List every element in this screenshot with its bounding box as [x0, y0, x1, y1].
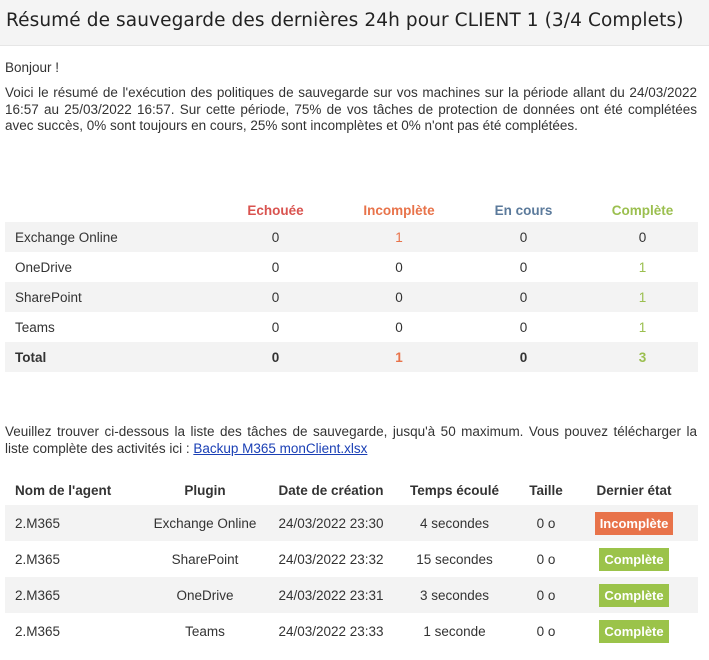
- summary-cell-incomplete: 0: [395, 259, 403, 275]
- task-row: 2.M365 OneDrive 24/03/2022 23:31 3 secon…: [5, 577, 698, 613]
- task-size: 0 o: [522, 577, 570, 613]
- task-plugin: OneDrive: [135, 577, 275, 613]
- summary-cell-incomplete: 0: [338, 282, 460, 312]
- task-plugin: Exchange Online: [135, 505, 275, 541]
- summary-cell-failed: 0: [271, 259, 280, 275]
- summary-row-label: OneDrive: [15, 259, 73, 275]
- task-plugin: SharePoint: [171, 551, 239, 567]
- summary-cell-running: 0: [460, 222, 587, 252]
- summary-cell-running: 0: [519, 259, 528, 275]
- summary-header-running: En cours: [494, 202, 553, 218]
- task-agent: 2.M365: [15, 551, 61, 567]
- task-elapsed: 15 secondes: [416, 551, 493, 567]
- task-date: 24/03/2022 23:31: [275, 577, 387, 613]
- summary-cell-failed: 0: [213, 222, 338, 252]
- summary-cell-incomplete: 0: [395, 319, 403, 335]
- status-badge-complete: Complète: [599, 583, 669, 607]
- summary-total-complete: 3: [587, 342, 698, 372]
- intro-paragraph: Voici le résumé de l'exécution des polit…: [5, 85, 697, 133]
- greeting-text: Bonjour !: [5, 60, 60, 75]
- task-status-cell: Complète: [570, 613, 698, 649]
- task-size: 0 o: [522, 505, 570, 541]
- summary-cell-complete: 1: [638, 259, 647, 275]
- summary-total-incomplete: 1: [338, 342, 460, 372]
- tasks-header-elapsed: Temps écoulé: [409, 482, 500, 498]
- summary-row: OneDrive 0 0 0 1: [5, 252, 698, 282]
- summary-cell-running: 0: [519, 319, 528, 335]
- task-date: 24/03/2022 23:30: [275, 505, 387, 541]
- task-status-cell: Complète: [570, 541, 698, 577]
- task-elapsed: 1 seconde: [423, 623, 486, 639]
- summary-cell-incomplete: 1: [338, 222, 460, 252]
- summary-header-complete: Complète: [611, 202, 674, 218]
- summary-header-incomplete: Incomplète: [363, 202, 435, 218]
- task-row: 2.M365 Teams 24/03/2022 23:33 1 seconde …: [5, 613, 698, 649]
- summary-cell-failed: 0: [213, 282, 338, 312]
- task-elapsed: 4 secondes: [387, 505, 522, 541]
- summary-header-failed: Echouée: [247, 202, 304, 218]
- tasks-header-size: Taille: [529, 482, 563, 498]
- summary-row-label: SharePoint: [5, 282, 213, 312]
- summary-cell-running: 0: [460, 282, 587, 312]
- summary-cell-complete: 1: [587, 282, 698, 312]
- tasks-table: Nom de l'agent Plugin Date de création T…: [5, 475, 698, 649]
- tasks-header-plugin: Plugin: [184, 482, 226, 498]
- report-title: Résumé de sauvegarde des dernières 24h p…: [6, 10, 684, 31]
- task-date: 24/03/2022 23:32: [278, 551, 384, 567]
- task-plugin: Teams: [185, 623, 225, 639]
- summary-cell-failed: 0: [271, 319, 280, 335]
- status-badge-complete: Complète: [599, 619, 669, 643]
- summary-row-label: Exchange Online: [5, 222, 213, 252]
- report-header: Résumé de sauvegarde des dernières 24h p…: [0, 0, 709, 46]
- summary-table: Echouée Incomplète En cours Complète Exc…: [5, 198, 698, 372]
- summary-header-row: Echouée Incomplète En cours Complète: [5, 198, 698, 222]
- summary-total-row: Total 0 1 0 3: [5, 342, 698, 372]
- summary-cell-complete: 0: [587, 222, 698, 252]
- task-size: 0 o: [536, 623, 556, 639]
- task-status-cell: Complète: [570, 577, 698, 613]
- task-list-note: Veuillez trouver ci-dessous la liste des…: [5, 424, 697, 457]
- task-size: 0 o: [536, 551, 556, 567]
- summary-total-running: 0: [460, 342, 587, 372]
- tasks-header-row: Nom de l'agent Plugin Date de création T…: [5, 475, 698, 505]
- summary-cell-complete: 1: [638, 319, 647, 335]
- summary-total-label: Total: [5, 342, 213, 372]
- summary-total-failed: 0: [213, 342, 338, 372]
- task-elapsed: 3 secondes: [387, 577, 522, 613]
- summary-row: Exchange Online 0 1 0 0: [5, 222, 698, 252]
- status-badge-complete: Complète: [599, 547, 669, 571]
- tasks-header-status: Dernier état: [596, 482, 672, 498]
- task-agent: 2.M365: [15, 623, 61, 639]
- task-agent: 2.M365: [5, 577, 135, 613]
- task-agent: 2.M365: [5, 505, 135, 541]
- tasks-header-date: Date de création: [278, 482, 384, 498]
- task-row: 2.M365 SharePoint 24/03/2022 23:32 15 se…: [5, 541, 698, 577]
- task-row: 2.M365 Exchange Online 24/03/2022 23:30 …: [5, 505, 698, 541]
- download-xlsx-link[interactable]: Backup M365 monClient.xlsx: [193, 441, 367, 456]
- task-status-cell: Incomplète: [570, 505, 698, 541]
- summary-row: Teams 0 0 0 1: [5, 312, 698, 342]
- task-date: 24/03/2022 23:33: [278, 623, 384, 639]
- summary-row-label: Teams: [15, 319, 55, 335]
- status-badge-incomplete: Incomplète: [594, 511, 674, 535]
- summary-row: SharePoint 0 0 0 1: [5, 282, 698, 312]
- tasks-header-agent: Nom de l'agent: [15, 482, 112, 498]
- summary-header-empty: [5, 198, 213, 222]
